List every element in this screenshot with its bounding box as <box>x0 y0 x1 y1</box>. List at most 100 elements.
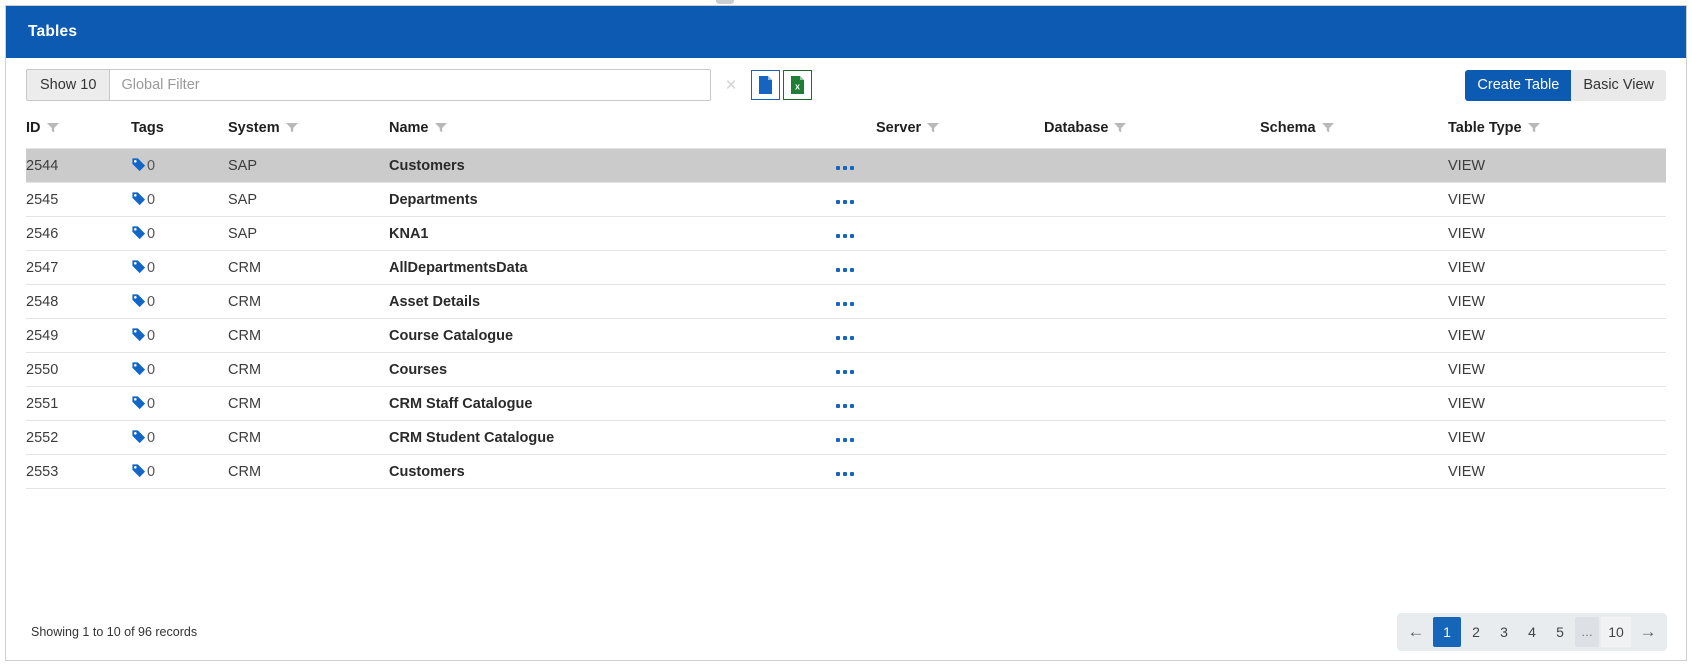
cell-database <box>1044 319 1260 353</box>
row-actions-icon[interactable] <box>836 166 854 170</box>
table-row[interactable]: 2544 0 SAP Customers VIEW <box>26 149 1666 183</box>
cell-database <box>1044 421 1260 455</box>
clear-filter-icon[interactable]: × <box>725 76 736 95</box>
cell-server <box>876 455 1044 489</box>
cell-system: CRM <box>228 285 389 319</box>
row-actions-icon[interactable] <box>836 200 854 204</box>
tag-count: 0 <box>147 294 155 310</box>
global-filter-input[interactable] <box>109 69 711 101</box>
cell-name: Customers <box>389 149 814 183</box>
page-button-2[interactable]: 2 <box>1463 617 1489 647</box>
page-button-1[interactable]: 1 <box>1433 617 1461 647</box>
row-actions-icon[interactable] <box>836 404 854 408</box>
table-row[interactable]: 2552 0 CRM CRM Student Catalogue VIEW <box>26 421 1666 455</box>
col-header-system[interactable]: System <box>228 111 389 149</box>
cell-actions <box>814 387 876 421</box>
cell-tags: 0 <box>131 217 228 251</box>
col-header-tags[interactable]: Tags <box>131 111 228 149</box>
table-header-row: ID Tags System Name Server Database Sche… <box>26 111 1666 149</box>
row-actions-icon[interactable] <box>836 472 854 476</box>
cell-system: CRM <box>228 421 389 455</box>
filter-icon[interactable] <box>435 123 447 133</box>
cell-database <box>1044 285 1260 319</box>
cell-actions <box>814 183 876 217</box>
cell-database <box>1044 387 1260 421</box>
col-header-schema[interactable]: Schema <box>1260 111 1448 149</box>
cell-database <box>1044 353 1260 387</box>
table-row[interactable]: 2553 0 CRM Customers VIEW <box>26 455 1666 489</box>
cell-server <box>876 285 1044 319</box>
cell-table-type: VIEW <box>1448 319 1666 353</box>
create-table-button[interactable]: Create Table <box>1465 70 1571 101</box>
tables-table: ID Tags System Name Server Database Sche… <box>26 111 1666 489</box>
tag-icon <box>131 191 146 206</box>
next-page-icon[interactable]: → <box>1633 617 1663 647</box>
filter-icon[interactable] <box>286 123 298 133</box>
cell-tags: 0 <box>131 251 228 285</box>
export-excel-button[interactable]: x <box>783 70 812 100</box>
table-row[interactable]: 2548 0 CRM Asset Details VIEW <box>26 285 1666 319</box>
table-row[interactable]: 2549 0 CRM Course Catalogue VIEW <box>26 319 1666 353</box>
cell-tags: 0 <box>131 455 228 489</box>
table-row[interactable]: 2551 0 CRM CRM Staff Catalogue VIEW <box>26 387 1666 421</box>
tag-icon <box>131 361 146 376</box>
filter-icon[interactable] <box>47 123 59 133</box>
row-actions-icon[interactable] <box>836 370 854 374</box>
export-csv-button[interactable] <box>751 70 780 100</box>
cell-id: 2547 <box>26 251 131 285</box>
cell-server <box>876 387 1044 421</box>
table-row[interactable]: 2546 0 SAP KNA1 VIEW <box>26 217 1666 251</box>
prev-page-icon[interactable]: ← <box>1401 617 1431 647</box>
tag-count: 0 <box>147 158 155 174</box>
row-actions-icon[interactable] <box>836 302 854 306</box>
row-actions-icon[interactable] <box>836 234 854 238</box>
cell-tags: 0 <box>131 421 228 455</box>
cell-name: Departments <box>389 183 814 217</box>
cell-system: CRM <box>228 251 389 285</box>
cell-tags: 0 <box>131 149 228 183</box>
page-button-4[interactable]: 4 <box>1519 617 1545 647</box>
filter-icon[interactable] <box>1528 123 1540 133</box>
panel-header: Tables <box>6 6 1686 58</box>
tag-icon <box>131 259 146 274</box>
page-button-10[interactable]: 10 <box>1601 617 1631 647</box>
col-header-name[interactable]: Name <box>389 111 814 149</box>
svg-text:x: x <box>795 81 800 91</box>
cell-name: AllDepartmentsData <box>389 251 814 285</box>
cell-schema <box>1260 251 1448 285</box>
col-header-id[interactable]: ID <box>26 111 131 149</box>
cell-schema <box>1260 285 1448 319</box>
row-actions-icon[interactable] <box>836 336 854 340</box>
tag-icon <box>131 463 146 478</box>
cell-actions <box>814 421 876 455</box>
col-header-actions <box>814 111 876 149</box>
cell-name: KNA1 <box>389 217 814 251</box>
row-actions-icon[interactable] <box>836 438 854 442</box>
tag-count: 0 <box>147 192 155 208</box>
cell-database <box>1044 251 1260 285</box>
page-size-button[interactable]: Show 10 <box>26 69 109 101</box>
tag-count: 0 <box>147 260 155 276</box>
cell-system: SAP <box>228 217 389 251</box>
row-actions-icon[interactable] <box>836 268 854 272</box>
table-row[interactable]: 2545 0 SAP Departments VIEW <box>26 183 1666 217</box>
view-toggle-group: Create Table Basic View <box>1465 70 1666 101</box>
col-header-database[interactable]: Database <box>1044 111 1260 149</box>
tables-table-wrap: ID Tags System Name Server Database Sche… <box>6 111 1686 489</box>
filter-icon[interactable] <box>1322 123 1334 133</box>
col-header-table-type[interactable]: Table Type <box>1448 111 1666 149</box>
page-button-3[interactable]: 3 <box>1491 617 1517 647</box>
filter-icon[interactable] <box>1114 123 1126 133</box>
cell-actions <box>814 285 876 319</box>
col-header-server[interactable]: Server <box>876 111 1044 149</box>
cell-server <box>876 217 1044 251</box>
cell-actions <box>814 455 876 489</box>
table-row[interactable]: 2550 0 CRM Courses VIEW <box>26 353 1666 387</box>
cell-schema <box>1260 421 1448 455</box>
table-row[interactable]: 2547 0 CRM AllDepartmentsData VIEW <box>26 251 1666 285</box>
page-button-5[interactable]: 5 <box>1547 617 1573 647</box>
cell-schema <box>1260 217 1448 251</box>
cell-system: SAP <box>228 183 389 217</box>
filter-icon[interactable] <box>927 123 939 133</box>
basic-view-button[interactable]: Basic View <box>1571 70 1666 101</box>
